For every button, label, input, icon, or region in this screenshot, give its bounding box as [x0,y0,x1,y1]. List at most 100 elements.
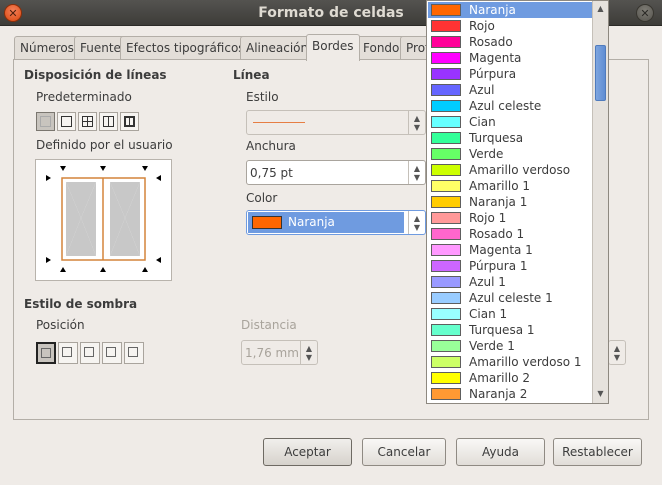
color-swatch [431,180,461,192]
color-list-item[interactable]: Rosado 1 [428,226,592,242]
shadow-bottom-right-icon[interactable] [58,342,78,364]
color-swatch [431,116,461,128]
line-style-preview [253,122,305,123]
color-swatch [431,164,461,176]
cancel-button[interactable]: Cancelar [362,438,446,466]
color-swatch [431,148,461,160]
color-list-item-label: Púrpura 1 [469,259,528,273]
color-list-item[interactable]: Amarillo 2 [428,370,592,386]
line-arrangement-heading: Disposición de líneas [24,68,167,82]
close-icon-right[interactable]: ✕ [636,4,654,22]
color-swatch [431,196,461,208]
color-list-item[interactable]: Cian [428,114,592,130]
color-list-item-label: Rosado 1 [469,227,525,241]
color-swatch [431,324,461,336]
color-list-item[interactable]: Rojo 1 [428,210,592,226]
line-width-value: 0,75 pt [250,166,293,180]
color-list-item-label: Naranja 1 [469,195,528,209]
color-list-item-label: Amarillo verdoso [469,163,571,177]
shadow-bottom-left-icon[interactable] [102,342,122,364]
color-value: Naranja [288,215,335,229]
color-swatch [431,100,461,112]
color-list-item[interactable]: Amarillo verdoso 1 [428,354,592,370]
color-list-item[interactable]: Púrpura [428,66,592,82]
width-spinner-icon[interactable]: ▲ ▼ [408,161,425,184]
scrollbar[interactable]: ▲ ▼ [592,1,608,403]
color-list-item[interactable]: Azul celeste 1 [428,290,592,306]
color-list-item-label: Azul 1 [469,275,506,289]
color-list-item[interactable]: Amarillo 1 [428,178,592,194]
color-list-item[interactable]: Magenta 1 [428,242,592,258]
tab-fuente[interactable]: Fuente [74,36,127,60]
color-list-item[interactable]: Verde [428,146,592,162]
color-list-item[interactable]: Naranja 1 [428,194,592,210]
color-swatch [431,20,461,32]
tab-numeros[interactable]: Números [14,36,80,60]
border-preview[interactable] [35,159,172,281]
color-swatch [431,356,461,368]
help-button[interactable]: Ayuda [456,438,545,466]
tab-fondo[interactable]: Fondo [357,36,406,60]
shadow-none-icon[interactable] [36,342,56,364]
line-heading: Línea [233,68,270,82]
color-swatch [431,308,461,320]
color-list-item[interactable]: Azul 1 [428,274,592,290]
scroll-up-icon[interactable]: ▲ [594,2,607,16]
color-swatch [431,340,461,352]
color-dropdown-list[interactable]: Naranja Rojo Rosado Magenta Púrpura Azul Azul … [426,0,609,404]
border-preview-drawing [46,166,161,272]
color-list-item[interactable]: Azul [428,82,592,98]
color-list-item[interactable]: Rojo [428,18,592,34]
color-swatch [431,244,461,256]
tab-alineacion[interactable]: Alineación [240,36,315,60]
user-defined-label: Definido por el usuario [36,138,173,152]
color-swatch [431,84,461,96]
reset-button[interactable]: Restablecer [553,438,642,466]
distance-spinner-icon: ▲ ▼ [300,341,317,364]
line-width-field[interactable]: 0,75 pt ▲ ▼ [246,160,426,185]
shadow-color-partial[interactable]: ▲ ▼ [608,340,626,365]
color-list-item[interactable]: Verde 1 [428,338,592,354]
scrollbar-thumb[interactable] [595,45,606,101]
tab-efectos-tipograficos[interactable]: Efectos tipográficos [120,36,251,60]
color-list-item-label: Amarillo 1 [469,179,530,193]
color-list-item[interactable]: Azul celeste [428,98,592,114]
chevron-updown-icon: ▲ ▼ [408,111,425,134]
color-list-item[interactable]: Púrpura 1 [428,258,592,274]
color-list-item[interactable]: Turquesa 1 [428,322,592,338]
style-label: Estilo [246,90,279,104]
shadow-heading: Estilo de sombra [24,297,138,311]
border-outer-heavy-icon[interactable] [120,112,139,131]
line-style-select[interactable]: ▲ ▼ [246,110,426,135]
border-all-icon[interactable] [78,112,97,131]
width-label: Anchura [246,139,296,153]
color-list-item[interactable]: Turquesa [428,130,592,146]
color-list-item[interactable]: Naranja [428,2,592,18]
color-list-item[interactable]: Magenta [428,50,592,66]
color-list-item-label: Turquesa 1 [469,323,535,337]
position-label: Posición [36,318,85,332]
color-list-item[interactable]: Rosado [428,34,592,50]
color-label: Color [246,191,278,205]
color-list-item-label: Azul [469,83,495,97]
color-list-item-label: Azul celeste 1 [469,291,553,305]
color-list-item[interactable]: Amarillo verdoso [428,162,592,178]
border-outer-icon[interactable] [57,112,76,131]
color-list-item-label: Naranja 2 [469,387,528,401]
distance-field[interactable]: 1,76 mm ▲ ▼ [241,340,318,365]
color-list-item[interactable]: Naranja 2 [428,386,592,402]
line-color-select[interactable]: Naranja ▲ ▼ [246,210,426,235]
tab-bordes[interactable]: Bordes [306,34,360,61]
scroll-down-icon[interactable]: ▼ [594,387,607,401]
shadow-top-right-icon[interactable] [80,342,100,364]
shadow-top-left-icon[interactable] [124,342,144,364]
distance-value: 1,76 mm [245,346,299,360]
color-swatch [431,68,461,80]
color-list-item-label: Verde [469,147,504,161]
color-list-item-label: Amarillo 2 [469,371,530,385]
color-list-item[interactable]: Cian 1 [428,306,592,322]
border-outer-vertical-icon[interactable] [99,112,118,131]
ok-button[interactable]: Aceptar [263,438,352,466]
border-none-icon[interactable] [36,112,55,131]
color-list-item-label: Rojo [469,19,495,33]
